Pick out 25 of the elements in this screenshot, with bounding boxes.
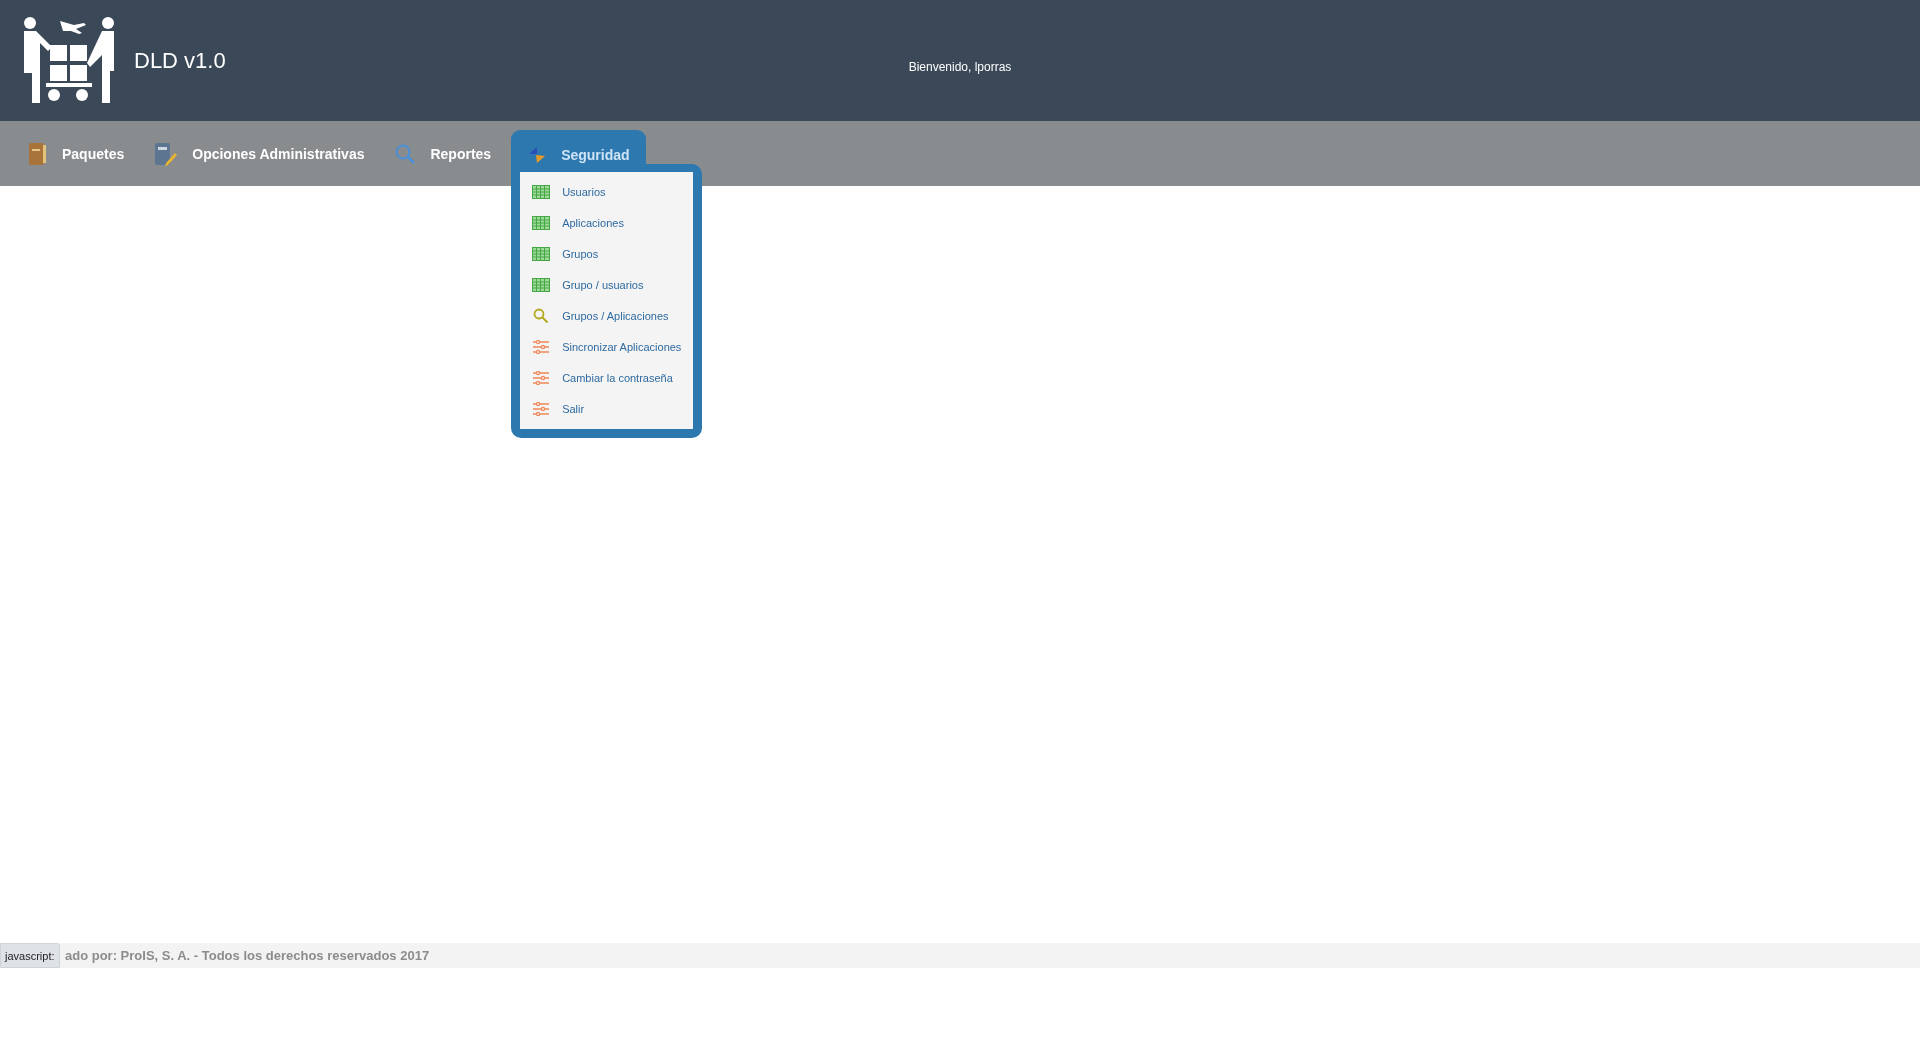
- book-icon: [28, 140, 48, 167]
- menu-item[interactable]: Cambiar la contraseña: [520, 362, 694, 393]
- binder-pencil-icon: [154, 140, 179, 167]
- status-tooltip: javascript:: [0, 943, 60, 968]
- menu-item[interactable]: Aplicaciones: [520, 207, 694, 238]
- sliders-icon: [532, 401, 551, 416]
- menu-item[interactable]: Sincronizar Aplicaciones: [520, 331, 694, 362]
- sliders-icon: [532, 370, 551, 385]
- search-icon: [394, 142, 417, 165]
- menu-item[interactable]: Grupo / usuarios: [520, 269, 694, 300]
- table-icon: [532, 184, 551, 199]
- menu-item[interactable]: Grupos / Aplicaciones: [520, 300, 694, 331]
- nav-menu-item[interactable]: Opciones Administrativas: [144, 121, 375, 186]
- table-icon: [532, 246, 551, 261]
- sliders-icon: [532, 339, 551, 354]
- app-title: DLD v1.0: [134, 47, 226, 74]
- welcome-text: Bienvenido, lporras: [908, 60, 1012, 74]
- nav-menu-item[interactable]: Paquetes: [18, 121, 135, 186]
- footer-text: ado por: ProIS, S. A. - Todos los derechos reservados 2017: [65, 948, 430, 963]
- menu-item[interactable]: Grupos: [520, 238, 694, 269]
- nav-menu-item[interactable]: Reportes: [384, 121, 502, 186]
- table-icon: [532, 277, 551, 292]
- menu-item[interactable]: Salir: [520, 393, 694, 424]
- search-icon: [532, 307, 551, 324]
- table-icon: [532, 215, 551, 230]
